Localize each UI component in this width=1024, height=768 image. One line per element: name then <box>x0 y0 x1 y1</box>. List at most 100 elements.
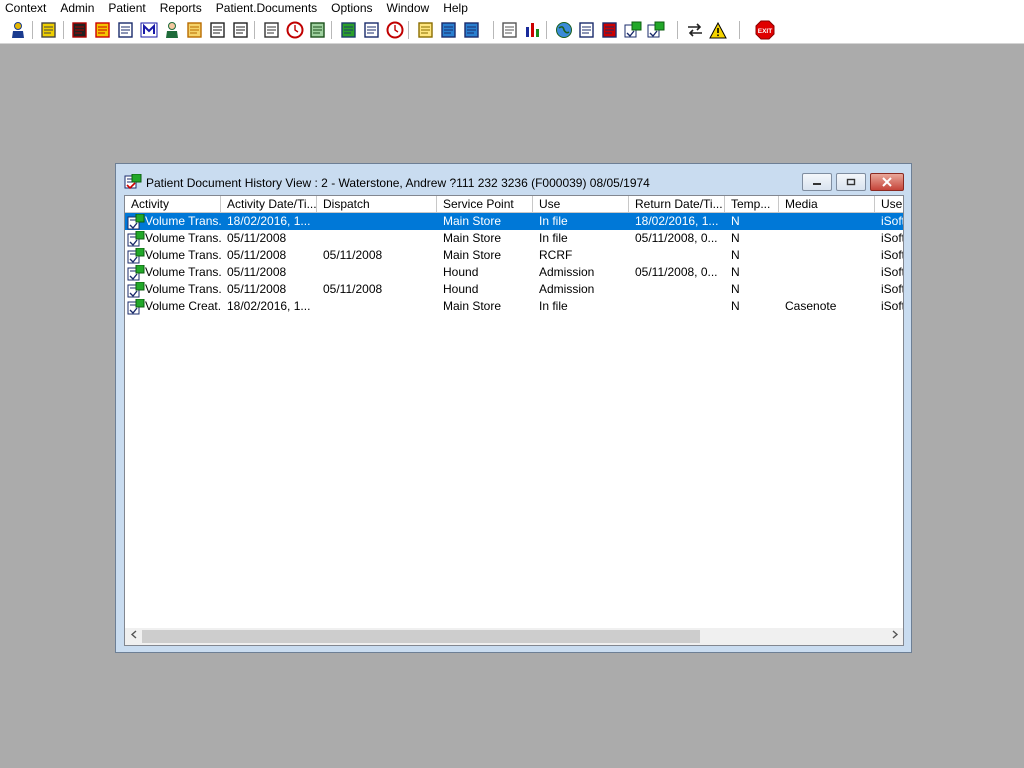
horizontal-scrollbar[interactable] <box>125 628 903 645</box>
mail-m-button[interactable] <box>139 20 159 40</box>
patient-search-button[interactable] <box>8 20 28 40</box>
table-row[interactable]: Volume Trans... 18/02/2016, 1... Main Stor… <box>125 213 903 230</box>
blank-page-button[interactable] <box>500 20 520 40</box>
document-list-icon <box>118 22 133 38</box>
globe-button[interactable] <box>554 20 574 40</box>
transfer-button[interactable] <box>439 20 459 40</box>
col-use-cell: In file <box>539 214 568 228</box>
menu-bar: Context Admin Patient Reports Patient.Do… <box>0 0 1024 17</box>
table-row[interactable]: Volume Trans... 05/11/2008 05/11/2008 Main … <box>125 247 904 264</box>
flag-return-button[interactable] <box>231 20 251 40</box>
window-titlebar[interactable]: Patient Document History View : 2 - Wate… <box>116 164 911 196</box>
table-row[interactable]: Volume Trans... 05/11/2008 Hound Admission 0… <box>125 264 903 281</box>
col-service-point-cell: Main Store <box>443 231 502 245</box>
user-transfer-icon <box>464 22 479 38</box>
exit-icon: EXIT <box>755 20 775 40</box>
document-check-button[interactable] <box>577 20 597 40</box>
menu-reports[interactable]: Reports <box>153 0 209 17</box>
user-transfer-button[interactable] <box>462 20 482 40</box>
menu-window[interactable]: Window <box>380 0 437 17</box>
list-header: Activity Activity Date/Ti... Dispatch Servi… <box>125 196 903 213</box>
col-media-cell <box>785 281 875 298</box>
menu-options[interactable]: Options <box>324 0 379 17</box>
menu-help[interactable]: Help <box>436 0 475 17</box>
col-temp-cell: N <box>731 299 740 313</box>
folder-edit-button[interactable] <box>185 20 205 40</box>
edit-card-button[interactable] <box>362 20 382 40</box>
volume-document-icon <box>127 298 145 315</box>
display-chart-button[interactable] <box>339 20 359 40</box>
minimize-button[interactable] <box>802 173 832 191</box>
menu-context[interactable]: Context <box>0 0 53 17</box>
col-use-cell: Admission <box>539 265 595 279</box>
col-media-header[interactable]: Media <box>779 196 875 213</box>
close-button[interactable] <box>870 173 904 191</box>
blank-page-icon <box>502 22 517 38</box>
scroll-thumb[interactable] <box>142 630 700 643</box>
menu-patient-documents[interactable]: Patient.Documents <box>209 0 324 17</box>
monitor-button[interactable] <box>308 20 328 40</box>
record-edit-button[interactable] <box>93 20 113 40</box>
restore-button[interactable] <box>836 173 866 191</box>
bar-chart-button[interactable] <box>523 20 543 40</box>
book-button[interactable] <box>70 20 90 40</box>
chevron-left-icon <box>130 630 136 639</box>
note-button[interactable] <box>416 20 436 40</box>
clock-button[interactable] <box>285 20 305 40</box>
toolbar-separator <box>739 21 740 39</box>
person-button[interactable] <box>162 20 182 40</box>
col-return-date-cell <box>635 247 725 264</box>
swap-arrows-button[interactable] <box>685 20 705 40</box>
close-icon <box>882 177 892 187</box>
globe-icon <box>556 22 572 38</box>
print-button[interactable] <box>39 20 59 40</box>
col-dispatch-header[interactable]: Dispatch <box>317 196 437 213</box>
edit-card-icon <box>364 22 379 38</box>
col-activity-date-cell: 05/11/2008 <box>227 282 287 296</box>
document-list-button[interactable] <box>116 20 136 40</box>
col-return-date-header[interactable]: Return Date/Ti... <box>629 196 725 213</box>
col-use-cell: In file <box>539 299 568 313</box>
col-activity-date-header[interactable]: Activity Date/Ti... <box>221 196 317 213</box>
col-media-cell <box>785 264 875 281</box>
search-document-button[interactable] <box>262 20 282 40</box>
col-user-cell: iSoft <box>881 282 904 296</box>
table-row[interactable]: Volume Trans... 05/11/2008 Main Store In fi… <box>125 230 903 247</box>
volume-document-icon <box>127 213 145 230</box>
document-tick-button[interactable] <box>600 20 620 40</box>
col-activity-header[interactable]: Activity <box>125 196 221 213</box>
document-green-button[interactable] <box>623 20 643 40</box>
col-service-point-cell: Main Store <box>443 299 502 313</box>
no-entry-button[interactable] <box>385 20 405 40</box>
document-volume-button[interactable] <box>646 20 666 40</box>
col-use-cell: In file <box>539 231 568 245</box>
document-check-icon <box>579 22 594 38</box>
scroll-right-button[interactable] <box>886 628 903 645</box>
record-edit-icon <box>95 22 110 38</box>
warning-button[interactable] <box>708 20 728 40</box>
col-activity-date-cell: 05/11/2008 <box>227 231 287 245</box>
table-row[interactable]: Volume Trans... 05/11/2008 05/11/2008 Hound… <box>125 281 904 298</box>
col-user-cell: iSoft <box>881 248 904 262</box>
col-return-date-cell: 05/11/2008, 0... <box>635 231 718 245</box>
toolbar-separator <box>546 21 547 39</box>
scroll-left-button[interactable] <box>125 628 142 645</box>
toolbar-separator <box>63 21 64 39</box>
toolbar-separator <box>408 21 409 39</box>
col-return-date-cell: 18/02/2016, 1... <box>635 214 719 228</box>
col-dispatch-cell <box>323 213 437 230</box>
col-use-header[interactable]: Use <box>533 196 629 213</box>
mail-m-icon <box>140 22 158 38</box>
folder-edit-icon <box>187 22 202 38</box>
col-temp-header[interactable]: Temp... <box>725 196 779 213</box>
history-list[interactable]: Activity Activity Date/Ti... Dispatch Servi… <box>124 195 904 646</box>
exit-button[interactable]: EXIT <box>755 20 775 40</box>
table-row[interactable]: Volume Creat... 18/02/2016, 1... Main Stor… <box>125 298 903 315</box>
menu-admin[interactable]: Admin <box>53 0 101 17</box>
flag-button[interactable] <box>208 20 228 40</box>
col-user-header[interactable]: User <box>875 196 903 213</box>
menu-patient[interactable]: Patient <box>101 0 152 17</box>
col-service-point-cell: Main Store <box>443 214 502 228</box>
book-icon <box>72 22 87 38</box>
col-service-point-header[interactable]: Service Point <box>437 196 533 213</box>
